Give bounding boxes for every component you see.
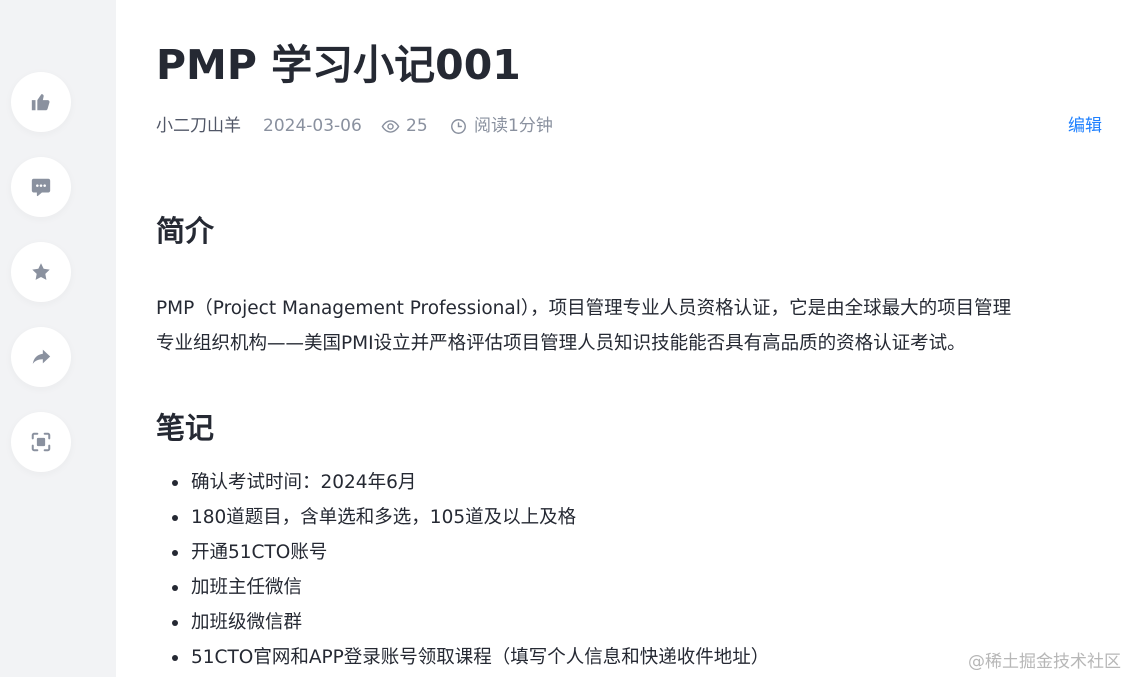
article-page: PMP 学习小记001 小二刀山羊 2024-03-06 25 阅读1分钟 编辑… — [0, 0, 1127, 677]
intro-paragraph: PMP（Project Management Professional），项目管… — [156, 291, 1096, 361]
read-time: 阅读1分钟 — [449, 113, 553, 139]
list-item: 确认考试时间：2024年6月 — [156, 465, 1096, 500]
focus-mode-button[interactable] — [11, 412, 71, 472]
comment-button[interactable] — [11, 157, 71, 217]
share-icon — [30, 346, 52, 368]
comment-icon — [30, 176, 52, 198]
view-count-value: 25 — [406, 116, 428, 136]
clock-icon — [449, 117, 468, 136]
article-action-rail — [0, 0, 116, 677]
article-meta: 小二刀山羊 2024-03-06 25 阅读1分钟 编辑 — [156, 113, 1102, 139]
list-item: 加班级微信群 — [156, 605, 1096, 640]
star-icon — [30, 261, 52, 283]
edit-link[interactable]: 编辑 — [1068, 113, 1102, 139]
like-button[interactable] — [11, 72, 71, 132]
list-item: 开通51CTO账号 — [156, 535, 1096, 570]
section-heading-notes: 笔记 — [156, 411, 215, 445]
list-item: 180道题目，含单选和多选，105道及以上及格 — [156, 500, 1096, 535]
notes-list: 确认考试时间：2024年6月 180道题目，含单选和多选，105道及以上及格 开… — [156, 465, 1096, 675]
read-time-value: 阅读1分钟 — [474, 116, 553, 136]
list-item: 加班主任微信 — [156, 570, 1096, 605]
article-title: PMP 学习小记001 — [156, 41, 521, 89]
publish-date: 2024-03-06 — [263, 116, 362, 136]
thumbs-up-icon — [30, 91, 52, 113]
list-item: 51CTO官网和APP登录账号领取课程（填写个人信息和快递收件地址） — [156, 640, 1096, 675]
watermark: @稀土掘金技术社区 — [968, 652, 1121, 672]
intro-paragraph-line: 专业组织机构——美国PMI设立并严格评估项目管理人员知识技能能否具有高品质的资格… — [156, 333, 966, 354]
section-heading-intro: 简介 — [156, 214, 215, 248]
collect-button[interactable] — [11, 242, 71, 302]
share-button[interactable] — [11, 327, 71, 387]
eye-icon — [381, 117, 400, 136]
author-name[interactable]: 小二刀山羊 — [156, 113, 241, 139]
focus-mode-icon — [30, 431, 52, 453]
view-count: 25 — [381, 113, 428, 139]
intro-paragraph-line: PMP（Project Management Professional），项目管… — [156, 298, 1012, 319]
